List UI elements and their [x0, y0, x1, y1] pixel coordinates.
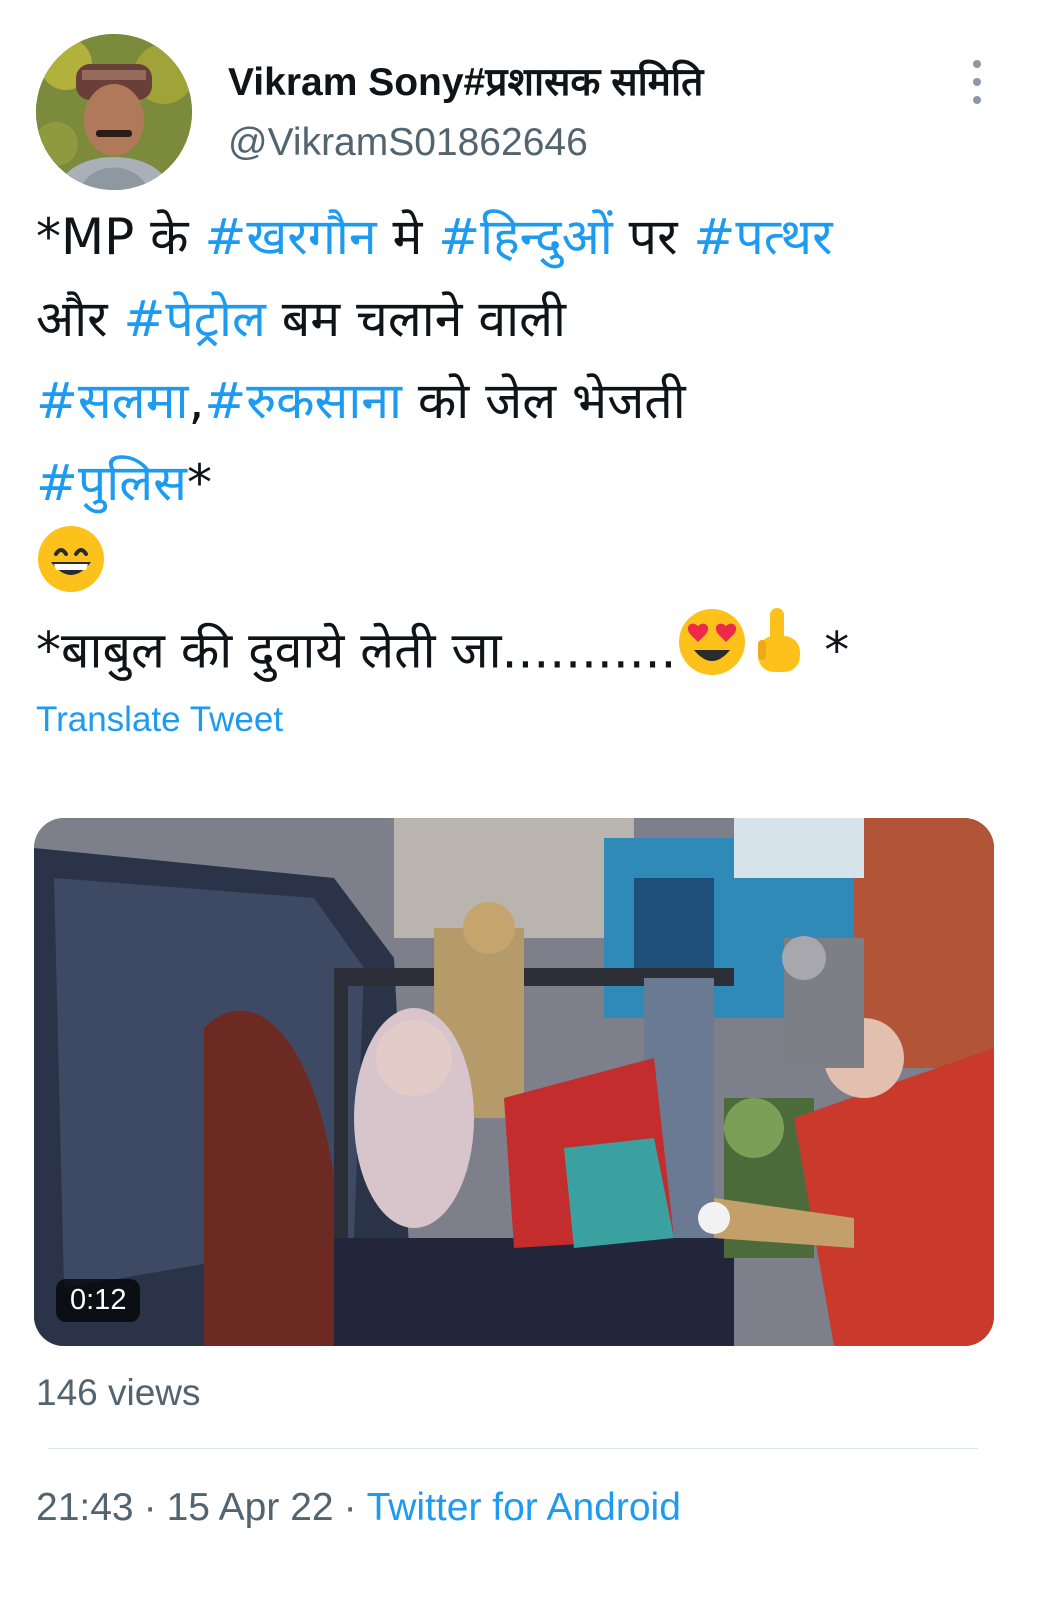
separator: ·	[343, 1486, 357, 1529]
hashtag-link[interactable]: #पेट्रोल	[124, 290, 266, 348]
text-segment: को जेल भेजती	[402, 372, 686, 430]
avatar[interactable]	[36, 34, 192, 190]
hashtag-link[interactable]: #सलमा	[36, 372, 188, 430]
text-segment: ,	[188, 372, 205, 430]
video-thumbnail[interactable]: 0:12	[34, 818, 994, 1346]
hashtag-link[interactable]: #पुलिस	[36, 454, 187, 512]
tweet-text: *MP के #खरगौन मे #हिन्दुओं पर #पत्थर और …	[36, 196, 1012, 688]
tweet-line: *MP के #खरगौन मे #हिन्दुओं पर #पत्थर	[36, 196, 1012, 278]
tweet-line: #पुलिस*	[36, 442, 1012, 524]
tweet-line	[36, 524, 1012, 606]
text-segment: *बाबुल की दुवाये लेती जा...........	[36, 621, 677, 680]
author-names: Vikram Sony#प्रशासक समिति @VikramS018626…	[228, 60, 703, 166]
text-segment: मे	[376, 208, 439, 266]
pointing-up-icon	[748, 606, 808, 702]
text-segment: बम चलाने वाली	[265, 290, 566, 348]
text-segment: *	[808, 621, 850, 680]
dot	[973, 60, 981, 68]
tweet-meta: 21:43 · 15 Apr 22 · Twitter for Android	[36, 1486, 681, 1530]
text-segment: पर	[612, 208, 694, 266]
translate-tweet-link[interactable]: Translate Tweet	[36, 700, 283, 740]
hashtag-link[interactable]: #खरगौन	[204, 208, 376, 266]
text-segment: *	[186, 454, 212, 512]
more-options-icon[interactable]	[962, 60, 992, 104]
dot	[973, 78, 981, 86]
text-segment: *MP के	[36, 208, 205, 266]
tweet-line: *बाबुल की दुवाये लेती जा........... *	[36, 606, 1012, 688]
heart-eyes-icon	[676, 606, 748, 702]
tweet-date: 15 Apr 22	[166, 1486, 334, 1529]
hashtag-link[interactable]: #पत्थर	[693, 208, 832, 266]
dot	[973, 96, 981, 104]
hashtag-link[interactable]: #हिन्दुओं	[438, 208, 613, 266]
tweet-line: #सलमा,#रुकसाना को जेल भेजती	[36, 360, 1012, 442]
tweet-time: 21:43	[36, 1486, 134, 1529]
hashtag-link[interactable]: #रुकसाना	[204, 372, 402, 430]
divider	[48, 1448, 978, 1449]
grinning-face-icon	[36, 524, 106, 618]
display-name[interactable]: Vikram Sony#प्रशासक समिति	[228, 60, 703, 106]
tweet-header: Vikram Sony#प्रशासक समिति @VikramS018626…	[36, 34, 1012, 194]
source-link[interactable]: Twitter for Android	[367, 1486, 681, 1529]
handle[interactable]: @VikramS01862646	[228, 120, 703, 166]
text-segment: और	[36, 290, 124, 348]
view-count: 146 views	[36, 1372, 201, 1413]
tweet-line: और #पेट्रोल बम चलाने वाली	[36, 278, 1012, 360]
separator: ·	[143, 1486, 157, 1529]
video-duration: 0:12	[56, 1279, 141, 1322]
